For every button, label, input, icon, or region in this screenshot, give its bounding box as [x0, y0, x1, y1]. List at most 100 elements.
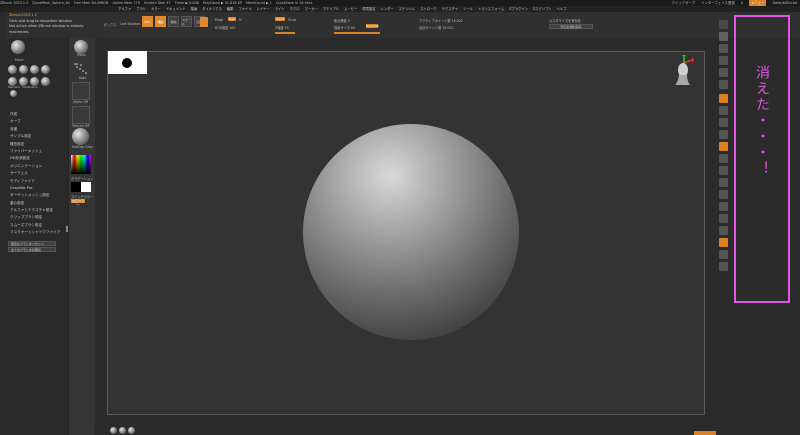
- alpha-thumb[interactable]: [72, 82, 90, 100]
- xpose-icon[interactable]: [719, 250, 728, 259]
- transp-icon[interactable]: [719, 226, 728, 235]
- bottom-brush-1-icon[interactable]: [110, 427, 117, 434]
- bottom-brush-3-icon[interactable]: [128, 427, 135, 434]
- bpr-icon[interactable]: [719, 20, 728, 29]
- tool-menu-item[interactable]: スムーズブラシ設定: [10, 222, 66, 229]
- total-points: 合計ポイント数 16.002: [419, 26, 454, 30]
- zadd-button[interactable]: Zadd: [275, 17, 285, 21]
- bottom-orange-tab[interactable]: [694, 431, 716, 435]
- gradient-label: グラデーション: [71, 177, 94, 181]
- local-icon[interactable]: [719, 118, 728, 127]
- tool-menu-item[interactable]: 深度: [10, 126, 66, 133]
- brush-damstandard-icon[interactable]: [30, 65, 39, 74]
- scratch-disk: Scratch Disk 47: [143, 1, 171, 5]
- z-intensity-slider[interactable]: [275, 32, 295, 34]
- color-picker[interactable]: [71, 155, 91, 174]
- brush-preview-icon[interactable]: [74, 40, 88, 54]
- solo-icon[interactable]: [719, 238, 728, 247]
- secondary-color-swatch[interactable]: [81, 182, 91, 192]
- zsub-button[interactable]: Zsub: [288, 18, 296, 22]
- lsym-icon[interactable]: [719, 130, 728, 139]
- material-sphere-icon[interactable]: [72, 128, 89, 145]
- brush-extra-icon[interactable]: [10, 90, 17, 97]
- tool-menu-item[interactable]: ターゲットメッシュ設定: [10, 192, 66, 199]
- brush-name-1: Standard: [8, 86, 20, 89]
- quicksave: QuickSave In 16 Secs: [275, 1, 313, 5]
- zoom3d-icon[interactable]: [719, 178, 728, 187]
- brush-move-icon[interactable]: [41, 65, 50, 74]
- dots-stroke-icon[interactable]: [73, 62, 89, 76]
- draw-button[interactable]: 描画: [155, 16, 166, 27]
- navigation-gizmo-icon[interactable]: [672, 54, 694, 87]
- zoom-icon[interactable]: [719, 56, 728, 65]
- sphere-mesh[interactable]: [303, 124, 519, 340]
- brush-claybuildup-icon[interactable]: [19, 65, 28, 74]
- tool-menu-item[interactable]: ファイバーメッシュ: [10, 148, 66, 155]
- bottom-tray: [94, 425, 800, 435]
- draw-size-slider[interactable]: [334, 32, 380, 34]
- tool-menu-item[interactable]: サンプル設定: [10, 133, 66, 140]
- tooltip-line3: maximized.: [9, 29, 30, 34]
- bottom-brush-2-icon[interactable]: [119, 427, 126, 434]
- current-brush-label: Move: [15, 58, 24, 62]
- mrgb-button[interactable]: Mrgb: [215, 18, 223, 22]
- brush-thumb-current[interactable]: [11, 40, 25, 54]
- right-toolbar: [714, 18, 730, 318]
- left-tray: Move Dots Alpha Off Texture Off MatCap G…: [68, 38, 95, 435]
- persp-icon[interactable]: [719, 94, 728, 103]
- m-button[interactable]: M: [239, 18, 242, 22]
- tool-menu-item[interactable]: 作成: [10, 111, 66, 118]
- tool-menu-item[interactable]: アルファとテクスチャ設定: [10, 207, 66, 214]
- brush-inflate-icon[interactable]: [30, 77, 39, 86]
- tool-menu-item[interactable]: HD形状設定: [10, 155, 66, 162]
- rgb-button[interactable]: Rgb: [228, 17, 236, 21]
- polyf-icon[interactable]: [719, 214, 728, 223]
- customize-button[interactable]: カスタマイズを有効化: [549, 18, 581, 23]
- scale-button[interactable]: スケール: [181, 16, 192, 27]
- tool-menu-item[interactable]: マスクオートシャドウファイア: [10, 229, 66, 236]
- texture-thumb[interactable]: [72, 106, 90, 124]
- actual-icon[interactable]: [719, 68, 728, 77]
- tool-menu-item[interactable]: 雛形設定: [10, 141, 66, 148]
- tool-menu-item[interactable]: 重心設定: [10, 200, 66, 207]
- dynamic-button[interactable]: Dynamic: [366, 24, 379, 28]
- move-button[interactable]: 移動: [168, 16, 179, 27]
- polycount: PolyCount ▶ 31.816 KP: [202, 1, 242, 5]
- top-shelf: ライトボックス Live Boolean Edit 描画 移動 スケール 回転 …: [94, 12, 800, 38]
- active-mem: Active Mem 779: [112, 1, 140, 5]
- reset-brush-button[interactable]: 既定のブラシをリセット: [8, 241, 56, 246]
- active-points: アクティブポイント数 16.002: [419, 19, 463, 23]
- default-dir-button[interactable]: 既定名規則保存: [549, 24, 593, 29]
- floor-icon[interactable]: [719, 106, 728, 115]
- material-label: MatCap Gray: [72, 145, 93, 149]
- move-view-icon[interactable]: [719, 166, 728, 175]
- alternate-color-button[interactable]: 交互カラー: [71, 199, 85, 207]
- brush-hpolish-icon[interactable]: [19, 77, 28, 86]
- tool-menu-item[interactable]: モディファイア: [10, 178, 66, 185]
- brush-pinch-icon[interactable]: [41, 77, 50, 86]
- sculptris-button[interactable]: [200, 17, 208, 27]
- tool-menu-item[interactable]: サーフェス: [10, 170, 66, 177]
- aahalf-icon[interactable]: [719, 80, 728, 89]
- line-fill-icon[interactable]: [719, 202, 728, 211]
- gizmo-icon[interactable]: [719, 142, 728, 151]
- tool-menu-item[interactable]: カーブ: [10, 118, 66, 125]
- liveboolean-button[interactable]: Live Boolean: [120, 22, 140, 26]
- brush-standard-icon[interactable]: [8, 65, 17, 74]
- spix-icon[interactable]: [719, 32, 728, 41]
- edit-button[interactable]: Edit: [142, 16, 153, 27]
- z-intensity[interactable]: Z強度 25: [275, 25, 289, 30]
- main-color-swatch[interactable]: [71, 182, 81, 192]
- init-brush-button[interactable]: 全てのブラシを初期化: [8, 247, 56, 252]
- focal-shift[interactable]: 焦点移動 0: [334, 18, 350, 23]
- dynamic-view-icon[interactable]: [719, 262, 728, 271]
- tool-menu-item[interactable]: オリエンテーション: [10, 163, 66, 170]
- brush-trimdynamic-icon[interactable]: [8, 77, 17, 86]
- tool-menu-item[interactable]: Graphite Pro: [10, 185, 66, 192]
- rgb-intensity[interactable]: RGB強度 100: [215, 25, 235, 30]
- frame-icon[interactable]: [719, 154, 728, 163]
- draw-size[interactable]: 描画サイズ 64: [334, 25, 355, 30]
- tool-menu-item[interactable]: クリップブラシ設定: [10, 214, 66, 221]
- scroll-icon[interactable]: [719, 44, 728, 53]
- rotate-view-icon[interactable]: [719, 190, 728, 199]
